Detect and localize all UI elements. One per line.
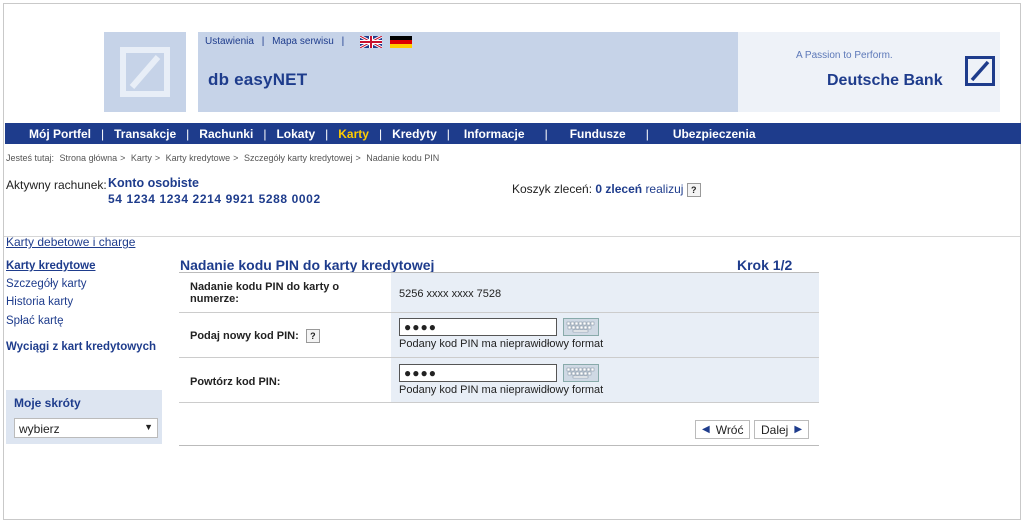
sidebar-item-card-details[interactable]: Szczegóły karty <box>6 278 87 290</box>
chevron-left-icon: ◀ <box>702 424 710 435</box>
back-button-label: Wróć <box>715 422 744 437</box>
new-pin-label-cell: Podaj nowy kod PIN: ? <box>179 313 391 357</box>
nav-item-lokaty[interactable]: Lokaty <box>266 127 325 141</box>
repeat-pin-input[interactable]: ●●●● <box>399 364 557 382</box>
shortcuts-selected-value: wybierz <box>19 422 60 436</box>
nav-item-moj-portfel[interactable]: Mój Portfel <box>19 127 101 141</box>
new-pin-cell: ●●●● Podany kod PIN ma nieprawidłowy for… <box>391 313 819 357</box>
card-number-value: 5256 xxxx xxxx 7528 <box>391 273 819 312</box>
form-bottom-line <box>179 445 819 446</box>
german-flag-icon[interactable] <box>390 36 412 48</box>
sitemap-link[interactable]: Mapa serwisu <box>272 36 334 47</box>
sidebar-item-pay-card[interactable]: Spłać kartę <box>6 315 64 327</box>
next-button-label: Dalej <box>761 422 789 437</box>
shortcuts-select[interactable]: wybierz ▼ <box>14 418 158 438</box>
chevron-right-icon: ▶ <box>794 424 803 435</box>
sidebar-item-statements[interactable]: Wyciągi z kart kredytowych <box>6 341 156 353</box>
basket-count[interactable]: 0 zleceń <box>595 182 642 196</box>
breadcrumb-current: Nadanie kodu PIN <box>366 153 440 163</box>
new-pin-label: Podaj nowy kod PIN: <box>190 329 299 342</box>
back-button[interactable]: ◀ Wróć <box>695 420 751 439</box>
account-number: 54 1234 1234 2214 9921 5288 0002 <box>108 192 321 206</box>
nav-item-karty[interactable]: Karty <box>328 127 379 141</box>
db-logo-tile[interactable] <box>104 32 186 112</box>
basket-execute-link[interactable]: realizuj <box>645 182 683 196</box>
sidebar-item-debit-cards[interactable]: Karty debetowe i charge <box>6 235 135 249</box>
bank-name: Deutsche Bank <box>827 72 943 89</box>
basket-help-button[interactable]: ? <box>686 182 701 197</box>
breadcrumb-item[interactable]: Strona główna <box>60 153 118 163</box>
dropdown-arrow-icon: ▼ <box>144 422 153 432</box>
nav-item-ubezpieczenia[interactable]: Ubezpieczenia <box>649 127 766 141</box>
new-pin-row: Podaj nowy kod PIN: ? ●●●● Podany kod PI… <box>179 313 819 358</box>
nav-item-rachunki[interactable]: Rachunki <box>189 127 263 141</box>
card-number-row: Nadanie kodu PIN do karty o numerze: 525… <box>179 273 819 313</box>
db-logo-icon <box>120 47 170 97</box>
next-button[interactable]: Dalej ▶ <box>754 420 810 439</box>
new-pin-input[interactable]: ●●●● <box>399 318 557 336</box>
breadcrumb: Jesteś tutaj: Strona główna > Karty > Kart… <box>6 153 440 163</box>
settings-link[interactable]: Ustawienia <box>205 36 254 47</box>
new-pin-error: Podany kod PIN ma nieprawidłowy format <box>399 338 604 350</box>
page-frame: Ustawienia | Mapa serwisu | db easyNET A… <box>3 3 1021 520</box>
breadcrumb-item[interactable]: Karty kredytowe <box>166 153 231 163</box>
section-divider <box>4 236 1020 237</box>
top-links: Ustawienia | Mapa serwisu | <box>205 36 345 47</box>
uk-flag-icon[interactable] <box>359 34 383 50</box>
nav-item-informacje[interactable]: Informacje <box>450 127 545 141</box>
pin-help-button[interactable]: ? <box>305 329 320 343</box>
step-indicator: Krok 1/2 <box>737 257 793 273</box>
nav-item-fundusze[interactable]: Fundusze <box>548 127 646 141</box>
breadcrumb-item[interactable]: Karty <box>131 153 152 163</box>
order-basket: Koszyk zleceń: 0 zleceń realizuj ? <box>512 182 701 197</box>
shortcuts-panel: Moje skróty wybierz ▼ <box>6 390 162 444</box>
sidebar-item-card-history[interactable]: Historia karty <box>6 296 73 308</box>
breadcrumb-item[interactable]: Szczegóły karty kredytowej <box>244 153 353 163</box>
repeat-pin-error: Podany kod PIN ma nieprawidłowy format <box>399 384 604 396</box>
main-nav: Mój Portfel | Transakcje | Rachunki | Lo… <box>5 123 1021 144</box>
breadcrumb-prefix: Jesteś tutaj: <box>6 153 55 163</box>
active-account-label: Aktywny rachunek: <box>6 178 107 192</box>
nav-item-kredyty[interactable]: Kredyty <box>382 127 447 141</box>
virtual-keyboard-icon[interactable] <box>563 318 600 336</box>
nav-item-transakcje[interactable]: Transakcje <box>104 127 186 141</box>
repeat-pin-label: Powtórz kod PIN: <box>179 358 391 402</box>
sidebar-item-credit-cards[interactable]: Karty kredytowe <box>6 260 95 272</box>
app-title: db easyNET <box>208 70 308 89</box>
repeat-pin-row: Powtórz kod PIN: ●●●● Podany kod PIN ma … <box>179 358 819 403</box>
card-number-label: Nadanie kodu PIN do karty o numerze: <box>179 273 391 312</box>
basket-label: Koszyk zleceń: <box>512 182 593 196</box>
account-name[interactable]: Konto osobiste <box>108 176 199 190</box>
shortcuts-title: Moje skróty <box>14 396 81 410</box>
form-title: Nadanie kodu PIN do karty kredytowej <box>180 257 435 273</box>
virtual-keyboard-icon[interactable] <box>563 364 600 382</box>
deutsche-bank-logo-icon <box>965 56 995 86</box>
repeat-pin-cell: ●●●● Podany kod PIN ma nieprawidłowy for… <box>391 358 819 402</box>
slogan: A Passion to Perform. <box>796 50 893 61</box>
